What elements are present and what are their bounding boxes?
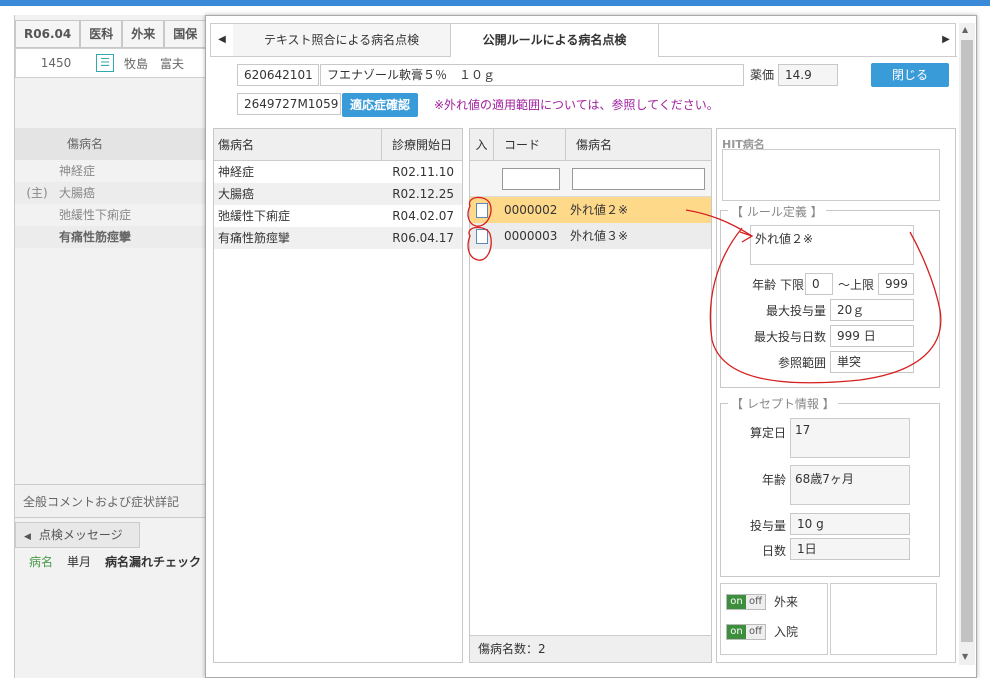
red-annotation-overlay [467,196,942,384]
annotation-circle-icon [467,226,492,261]
annotation-ellipse-icon [709,227,942,384]
annotation-circle-icon [467,196,492,227]
annotation-arrowhead-icon [739,231,754,243]
